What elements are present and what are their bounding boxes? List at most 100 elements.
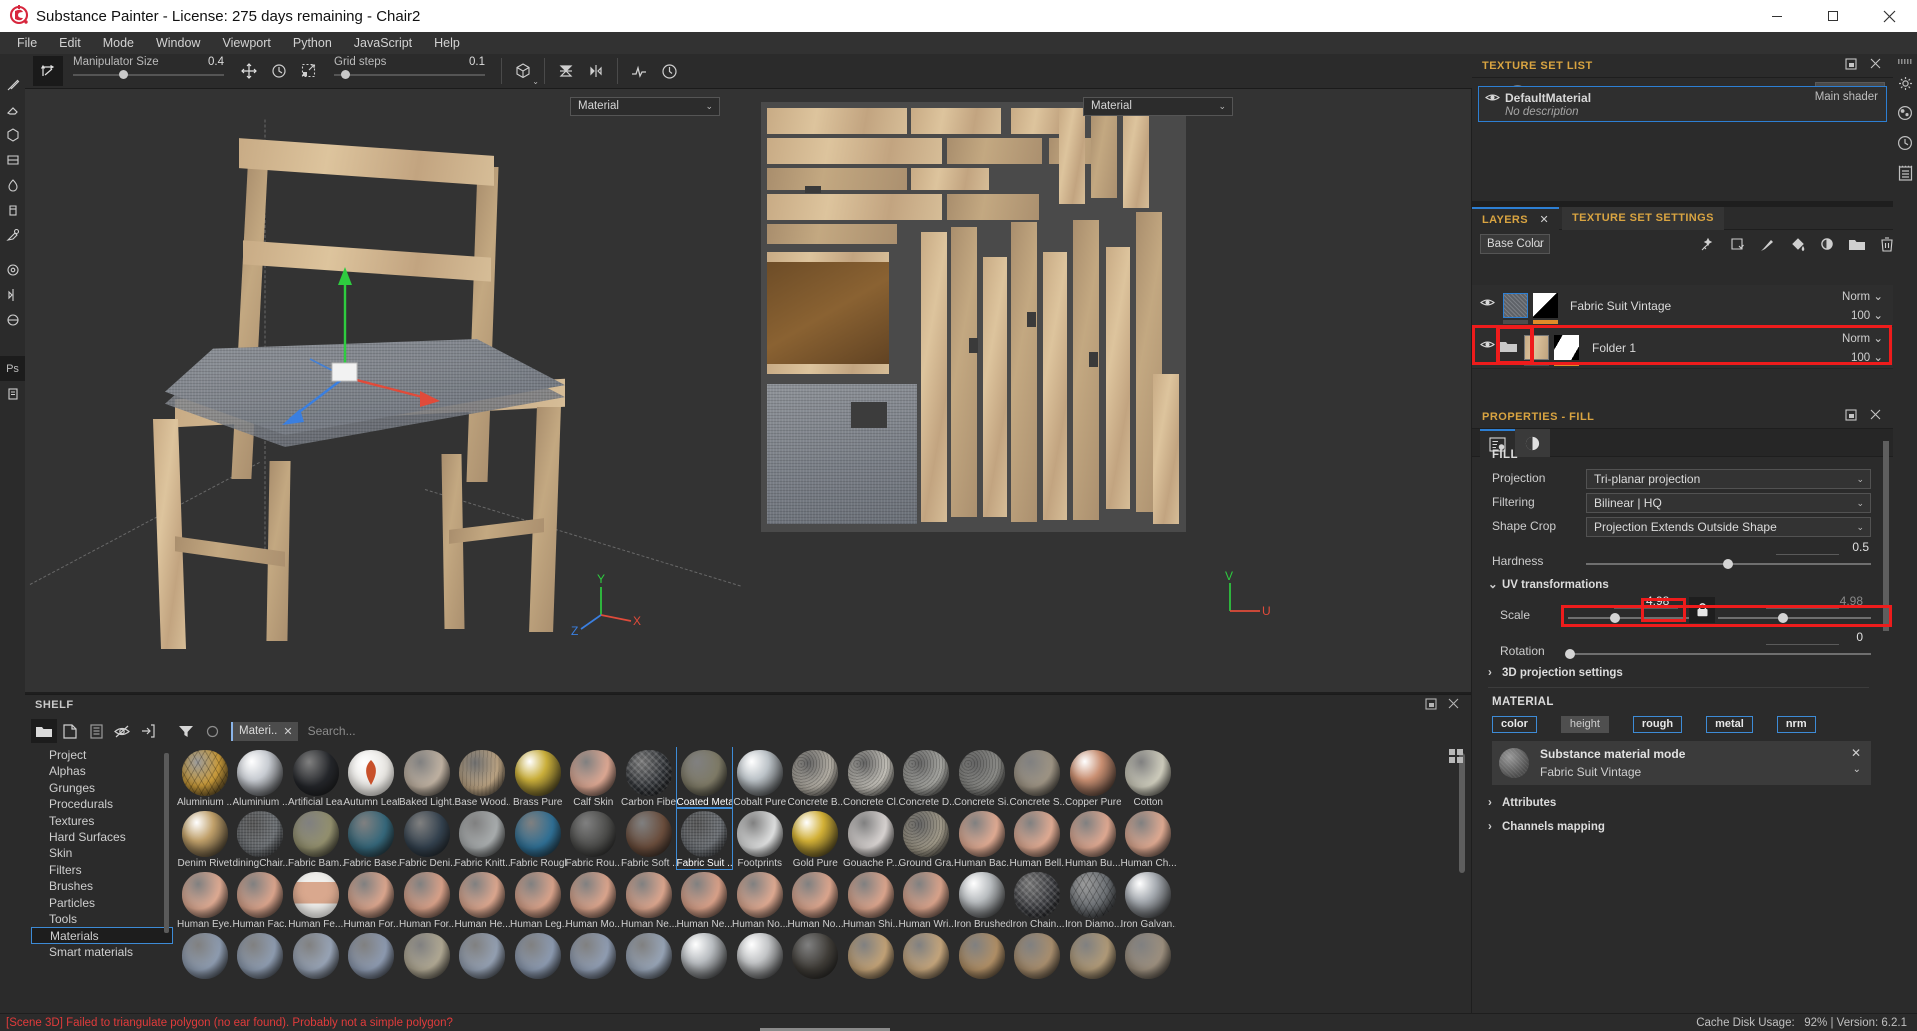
shelf-material-cell[interactable]: Human No... — [788, 869, 843, 930]
shelf-category-brushes[interactable]: Brushes — [31, 878, 173, 894]
shelf-material-cell[interactable]: Fabric Knitt... — [455, 808, 510, 869]
shelf-material-cell[interactable] — [455, 930, 511, 980]
drag-handle-icon[interactable] — [1893, 54, 1917, 68]
shelf-close-icon[interactable] — [1448, 698, 1459, 709]
tab-layers[interactable]: LAYERS ✕ — [1472, 207, 1560, 230]
shelf-material-cell[interactable]: Autumn Leaf — [344, 747, 399, 808]
shelf-material-cell[interactable]: Human Bac... — [954, 808, 1010, 869]
layer-blend-mode[interactable]: Norm ⌄ — [1842, 331, 1883, 345]
rotation-slider-row[interactable]: Rotation 0 — [1486, 630, 1871, 665]
shelf-material-cell[interactable]: Ground Gra... — [899, 808, 954, 869]
shelf-material-cell[interactable]: Aluminium ... — [177, 747, 233, 808]
substance-material-mode-box[interactable]: Substance material mode Fabric Suit Vint… — [1492, 741, 1871, 785]
shelf-material-cell[interactable] — [1010, 930, 1066, 980]
folder-thumbnail[interactable] — [1524, 335, 1549, 360]
shelf-material-cell[interactable]: Human Fac... — [233, 869, 288, 930]
projection-icon[interactable] — [0, 122, 25, 147]
paint-brush-icon[interactable] — [0, 72, 25, 97]
menu-python[interactable]: Python — [282, 32, 343, 54]
material-settings-icon[interactable] — [0, 257, 25, 282]
close-icon[interactable]: ✕ — [283, 725, 292, 738]
grid-scrollbar[interactable] — [1459, 753, 1465, 873]
smart-mask-icon[interactable] — [1728, 235, 1746, 253]
folder-icon[interactable] — [31, 719, 57, 743]
shelf-material-cell[interactable]: Footprints — [732, 808, 788, 869]
shelf-category-tools[interactable]: Tools — [31, 911, 173, 927]
shelf-material-cell[interactable]: Human Leg... — [510, 869, 566, 930]
shelf-material-cell[interactable]: Base Wood... — [455, 747, 510, 808]
shelf-material-cell[interactable]: Baked Light... — [399, 747, 455, 808]
minimize-button[interactable] — [1749, 0, 1805, 32]
close-icon[interactable]: ✕ — [1851, 746, 1861, 760]
shelf-category-grunges[interactable]: Grunges — [31, 780, 173, 796]
folder-icon[interactable] — [1848, 235, 1866, 253]
shelf-material-cell[interactable] — [899, 930, 955, 980]
shelf-material-cell[interactable] — [954, 930, 1010, 980]
shelf-material-cell[interactable]: Human Fe... — [288, 869, 344, 930]
shelf-material-cell[interactable]: Copper Pure — [1065, 747, 1121, 808]
move-tool-icon[interactable] — [234, 56, 264, 86]
shelf-material-cell[interactable]: Calf Skin — [566, 747, 622, 808]
shelf-material-cell[interactable]: Human Eye... — [177, 869, 233, 930]
texture-set-item-defaultmaterial[interactable]: DefaultMaterial No description Main shad… — [1478, 86, 1887, 122]
layer-opacity[interactable]: 100 ⌄ — [1851, 308, 1883, 322]
shelf-material-cell[interactable]: Iron Brushed — [954, 869, 1010, 930]
shelf-material-cell[interactable]: Denim Rivet — [177, 808, 233, 869]
shelf-category-particles[interactable]: Particles — [31, 895, 173, 911]
grid-steps-slider[interactable]: Grid steps 0.1 — [332, 56, 487, 86]
scale-value[interactable]: 4.98 — [1646, 594, 1669, 608]
hardness-slider-row[interactable]: Hardness 0.5 — [1486, 540, 1871, 575]
shelf-material-cell[interactable]: Fabric Deni... — [399, 808, 455, 869]
export-icon[interactable] — [0, 381, 25, 406]
3d-projection-settings-section[interactable]: › 3D projection settings — [1488, 667, 1871, 679]
close-icon[interactable] — [1870, 409, 1881, 420]
shelf-category-textures[interactable]: Textures — [31, 813, 173, 829]
shelf-material-cell[interactable]: Iron Chain... — [1010, 869, 1066, 930]
smudge-icon[interactable] — [0, 172, 25, 197]
shelf-material-cell[interactable]: Fabric Rough — [510, 808, 566, 869]
shelf-category-project[interactable]: Project — [31, 747, 173, 763]
layer-row-folder-1[interactable]: Folder 1 Norm ⌄ 100 ⌄ — [1472, 327, 1893, 369]
shelf-material-cell[interactable]: Human Ne... — [677, 869, 732, 930]
shelf-material-cell[interactable]: Coated Metal — [675, 747, 733, 809]
grid-view-toggle-icon[interactable] — [1449, 749, 1465, 765]
menu-mode[interactable]: Mode — [92, 32, 145, 54]
menu-viewport[interactable]: Viewport — [211, 32, 281, 54]
shelf-material-cell[interactable]: Iron Galvan... — [1121, 869, 1176, 930]
shelf-material-cell[interactable] — [566, 930, 622, 980]
shelf-material-cell[interactable]: Fabric Bam... — [288, 808, 344, 869]
shelf-category-procedurals[interactable]: Procedurals — [31, 796, 173, 812]
layer-blend-mode[interactable]: Norm ⌄ — [1842, 289, 1883, 303]
gear-icon[interactable] — [1893, 68, 1917, 98]
close-icon[interactable]: ✕ — [1539, 214, 1549, 226]
shelf-material-cell[interactable] — [344, 930, 400, 980]
layer-channel-combo[interactable]: Base Color ⌄ — [1480, 234, 1550, 254]
circle-icon[interactable] — [199, 719, 225, 743]
photoshop-icon[interactable]: Ps — [0, 356, 25, 381]
transform-snap-icon[interactable] — [33, 56, 63, 86]
eye-icon[interactable] — [1480, 297, 1495, 308]
fill-layer-icon[interactable] — [1788, 235, 1806, 253]
shelf-material-cell[interactable]: Iron Diamo... — [1065, 869, 1121, 930]
uv-transformations-section[interactable]: ⌄ UV transformations — [1488, 577, 1871, 591]
channel-chip-height[interactable]: height — [1560, 716, 1609, 733]
cube-icon[interactable]: ⌄ — [508, 56, 539, 86]
viewport-3d-channel-combo[interactable]: Material ⌄ — [570, 97, 720, 116]
shelf-material-cell[interactable] — [288, 930, 344, 980]
hide-icon[interactable] — [109, 719, 135, 743]
channels-mapping-section[interactable]: › Channels mapping — [1488, 821, 1871, 833]
shelf-material-cell[interactable]: Brass Pure — [510, 747, 566, 808]
shelf-material-cell[interactable] — [1065, 930, 1121, 980]
polygon-fill-icon[interactable] — [0, 147, 25, 172]
shelf-material-cell[interactable]: Human For... — [344, 869, 399, 930]
reset-view-icon[interactable] — [654, 56, 684, 86]
scale-tool-icon[interactable] — [294, 56, 324, 86]
shelf-material-cell[interactable] — [399, 930, 455, 980]
category-scrollbar[interactable] — [164, 753, 169, 933]
shelf-material-cell[interactable]: Concrete Si... — [954, 747, 1010, 808]
close-icon[interactable] — [1870, 58, 1881, 69]
shelf-material-cell[interactable]: Fabric Soft ... — [621, 808, 677, 869]
shelf-material-cell[interactable] — [732, 930, 788, 980]
shelf-material-cell[interactable]: Carbon Fiber — [621, 747, 677, 808]
shelf-material-cell[interactable]: Human He... — [455, 869, 510, 930]
